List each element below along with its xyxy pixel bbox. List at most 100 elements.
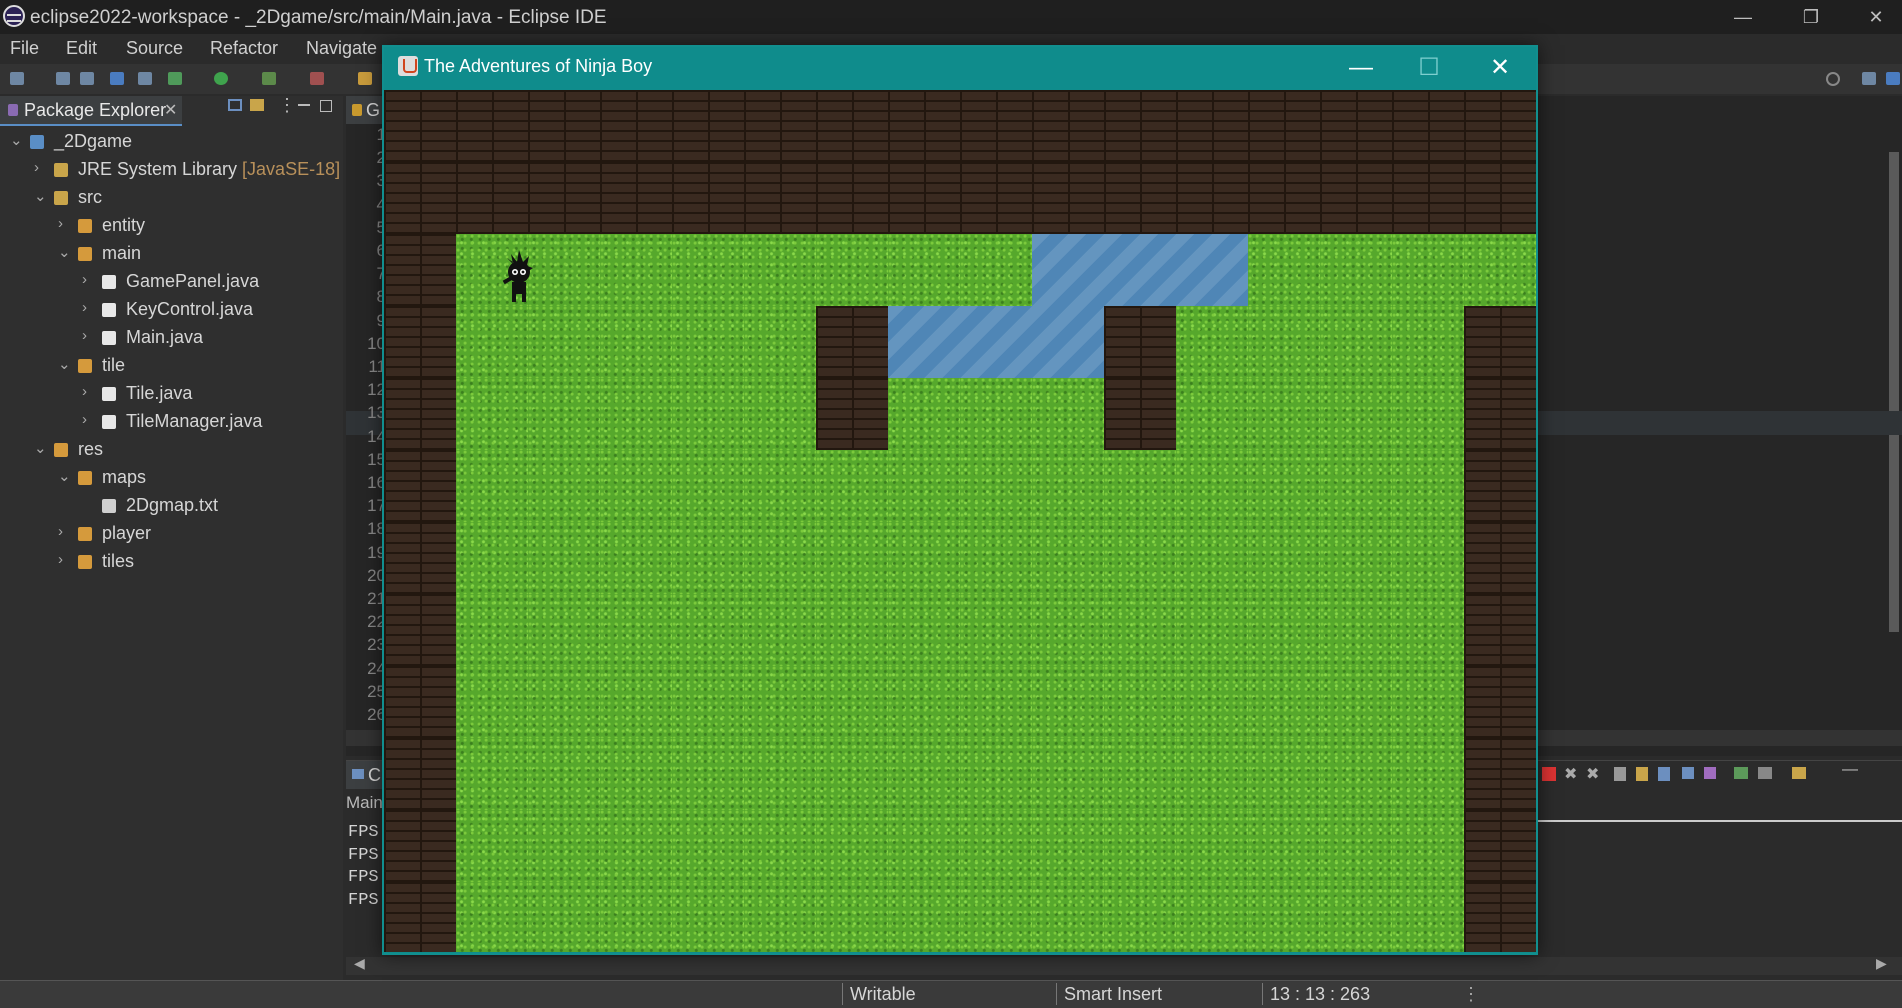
java-file-icon	[352, 104, 362, 116]
terminate-icon[interactable]	[1542, 767, 1556, 781]
menu-source[interactable]: Source	[126, 38, 183, 59]
chevron-right-icon[interactable]: ›	[34, 159, 39, 176]
game-window-title: The Adventures of Ninja Boy	[424, 56, 653, 76]
editor-tab-label: G	[366, 100, 381, 120]
open-console-icon[interactable]	[1792, 767, 1806, 779]
grass-tile	[1320, 234, 1392, 306]
grass-tile	[600, 594, 672, 666]
link-with-editor-icon[interactable]	[250, 99, 264, 111]
console-horizontal-scrollbar[interactable]: ◀ ▶	[346, 955, 1902, 975]
clear-console-icon[interactable]	[1614, 767, 1626, 781]
scroll-right-icon[interactable]: ▶	[1876, 955, 1887, 972]
chevron-down-icon[interactable]: ⌄	[10, 131, 23, 149]
grass-tile	[528, 738, 600, 810]
chevron-right-icon[interactable]: ›	[82, 411, 87, 428]
console-tab-label: C	[368, 765, 381, 785]
grass-tile	[744, 306, 816, 378]
chevron-right-icon[interactable]: ›	[58, 551, 63, 568]
skip-breakpoints-icon[interactable]	[138, 72, 152, 85]
wall-tile	[384, 90, 456, 162]
new-java-project-icon[interactable]	[358, 72, 372, 85]
grass-tile	[960, 882, 1032, 952]
minimize-icon[interactable]: —	[1715, 0, 1771, 34]
minimize-view-icon[interactable]	[298, 104, 310, 106]
grass-tile	[960, 234, 1032, 306]
show-when-stdout-icon[interactable]	[1682, 767, 1694, 779]
water-tile	[1104, 234, 1176, 306]
grass-tile	[1248, 234, 1320, 306]
open-perspective-icon[interactable]	[1862, 72, 1876, 85]
word-wrap-icon[interactable]	[1658, 767, 1670, 781]
chevron-down-icon[interactable]: ⌄	[58, 355, 71, 373]
save-icon[interactable]	[56, 72, 70, 85]
remove-launch-icon[interactable]: ✖	[1564, 764, 1577, 784]
wall-tile	[456, 90, 528, 162]
game-close-icon[interactable]: ✕	[1465, 46, 1535, 90]
chevron-down-icon[interactable]: ⌄	[34, 439, 47, 457]
menu-refactor[interactable]: Refactor	[210, 38, 278, 59]
game-minimize-icon[interactable]: —	[1326, 46, 1396, 90]
tab-close-icon[interactable]: ✕	[164, 100, 177, 120]
console-icon	[352, 769, 364, 779]
chevron-right-icon[interactable]: ›	[82, 383, 87, 400]
line-number: 14	[367, 426, 386, 446]
console-output[interactable]: FPS FPS FPS FPS	[348, 823, 379, 913]
grass-tile	[528, 882, 600, 952]
console-tab[interactable]: C	[346, 761, 386, 789]
grass-tile	[456, 810, 528, 882]
view-menu-icon[interactable]: ⋮	[278, 95, 296, 116]
line-number: 6	[346, 241, 386, 261]
remove-all-icon[interactable]: ✖	[1586, 764, 1599, 784]
collapse-all-icon[interactable]	[228, 99, 242, 111]
terminal-icon[interactable]	[110, 72, 124, 85]
scroll-lock-icon[interactable]	[1636, 767, 1648, 781]
package-explorer-tab[interactable]: Package Explorer ✕	[0, 96, 182, 126]
maximize-view-icon[interactable]	[320, 100, 332, 112]
console-minimize-icon[interactable]: —	[1842, 761, 1858, 779]
game-canvas[interactable]	[384, 90, 1536, 952]
chevron-right-icon[interactable]: ›	[58, 215, 63, 232]
editor-tab[interactable]: G	[346, 96, 386, 124]
debug-icon[interactable]	[168, 72, 182, 85]
status-menu-icon[interactable]: ⋮	[1462, 984, 1480, 1005]
chevron-down-icon[interactable]: ⌄	[34, 187, 47, 205]
line-number: 23	[367, 635, 386, 655]
grass-tile	[1248, 306, 1320, 378]
chevron-down-icon[interactable]: ⌄	[58, 243, 71, 261]
display-console-icon[interactable]	[1758, 767, 1772, 779]
grass-tile	[1248, 666, 1320, 738]
save-all-icon[interactable]	[80, 72, 94, 85]
wall-tile	[1104, 306, 1176, 378]
chevron-right-icon[interactable]: ›	[58, 523, 63, 540]
menu-navigate[interactable]: Navigate	[306, 38, 377, 59]
line-number: 20	[367, 565, 386, 585]
pin-console-icon[interactable]	[1734, 767, 1748, 779]
grass-tile	[1032, 450, 1104, 522]
menu-file[interactable]: File	[10, 38, 39, 59]
water-tile	[1176, 234, 1248, 306]
grass-tile	[1320, 810, 1392, 882]
run-icon[interactable]	[214, 72, 228, 85]
close-icon[interactable]: ✕	[1848, 0, 1902, 34]
grass-tile	[456, 450, 528, 522]
console-divider	[1536, 820, 1902, 822]
wall-tile	[384, 378, 456, 450]
search-icon[interactable]	[1826, 72, 1840, 86]
scroll-left-icon[interactable]: ◀	[354, 955, 365, 972]
show-when-stderr-icon[interactable]	[1704, 767, 1716, 779]
external-tools-icon[interactable]	[310, 72, 324, 85]
restore-icon[interactable]: ❐	[1783, 0, 1839, 34]
wall-tile	[1032, 162, 1104, 234]
game-maximize-icon[interactable]: ☐	[1394, 46, 1464, 90]
java-perspective-icon[interactable]	[1886, 72, 1900, 85]
new-icon[interactable]	[10, 72, 24, 85]
chevron-right-icon[interactable]: ›	[82, 299, 87, 316]
menu-edit[interactable]: Edit	[66, 38, 97, 59]
chevron-down-icon[interactable]: ⌄	[58, 467, 71, 485]
grass-tile	[888, 810, 960, 882]
grass-tile	[816, 522, 888, 594]
chevron-right-icon[interactable]: ›	[82, 271, 87, 288]
coverage-icon[interactable]	[262, 72, 276, 85]
chevron-right-icon[interactable]: ›	[82, 327, 87, 344]
editor-scrollbar[interactable]	[1889, 152, 1899, 632]
